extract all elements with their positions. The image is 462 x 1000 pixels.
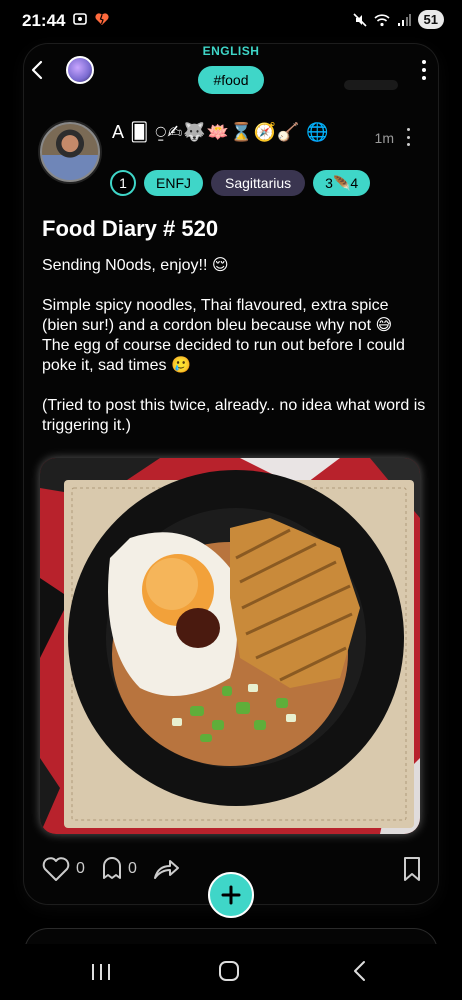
community-avatar[interactable] [66, 56, 94, 84]
blurred-username [344, 80, 398, 90]
system-nav-bar [0, 944, 462, 1000]
plus-icon [221, 885, 241, 905]
post-line: Sending N0ods, enjoy!! 😌 [42, 257, 229, 274]
post-time: 1m [374, 130, 394, 146]
dot [406, 143, 410, 146]
language-label: ENGLISH [202, 44, 260, 58]
food-photo-icon [40, 458, 420, 834]
author-badges: 1 ENFJ Sagittarius 3🪶4 [110, 170, 371, 196]
post-more-button[interactable] [404, 128, 412, 146]
post-body: Sending N0ods, enjoy!! 😌 Simple spicy no… [42, 256, 426, 436]
status-bar: 21:44 51 [0, 0, 462, 42]
extra-badge: 3🪶4 [313, 170, 371, 196]
more-button[interactable] [418, 58, 430, 82]
post-line: (Tried to post this twice, already.. no … [42, 397, 426, 434]
post-line: Simple spicy noodles, Thai flavoured, ex… [42, 297, 393, 334]
level-badge: 1 [110, 170, 136, 196]
heart-broken-icon [95, 13, 109, 25]
back-icon[interactable] [352, 960, 368, 982]
signal-icon [397, 13, 411, 26]
bookmark-icon[interactable] [402, 856, 422, 882]
comment-count: 0 [128, 860, 137, 877]
dot [422, 68, 426, 72]
zodiac-badge: Sagittarius [211, 170, 306, 196]
create-post-button[interactable] [208, 872, 254, 918]
dot [422, 60, 426, 64]
post-title: Food Diary # 520 [42, 216, 219, 241]
tag-chip[interactable]: #food [198, 66, 264, 94]
battery-indicator: 51 [417, 10, 444, 29]
author-name[interactable]: A 🂠 ⍜✍🐺🪷⌛🧭🪕 🌐 [112, 122, 330, 143]
dot [406, 135, 410, 139]
author-avatar[interactable] [40, 122, 100, 182]
chevron-left-icon [31, 60, 43, 80]
home-icon[interactable] [219, 961, 239, 981]
dot [422, 76, 426, 80]
post-header: ENGLISH #food [24, 44, 438, 104]
like-count: 0 [76, 860, 85, 877]
share-icon[interactable] [152, 856, 180, 882]
back-button[interactable] [26, 58, 50, 82]
mute-icon [352, 12, 367, 27]
post-card: ENGLISH #food A 🂠 ⍜✍🐺🪷⌛🧭🪕 🌐 1m 1 ENFJ Sa… [24, 44, 438, 904]
dot [406, 128, 410, 131]
post-image[interactable] [40, 458, 420, 834]
status-left-icons [72, 11, 110, 27]
comment-icon[interactable] [100, 856, 124, 882]
mbti-badge: ENFJ [144, 170, 203, 196]
post-line: The egg of course decided to run out bef… [42, 337, 405, 374]
recents-icon[interactable] [90, 962, 112, 982]
screenshot-icon [73, 13, 87, 25]
status-right-icons: 51 [352, 10, 444, 29]
status-time: 21:44 [22, 11, 66, 30]
wifi-icon [373, 13, 390, 26]
heart-icon[interactable] [42, 856, 70, 882]
